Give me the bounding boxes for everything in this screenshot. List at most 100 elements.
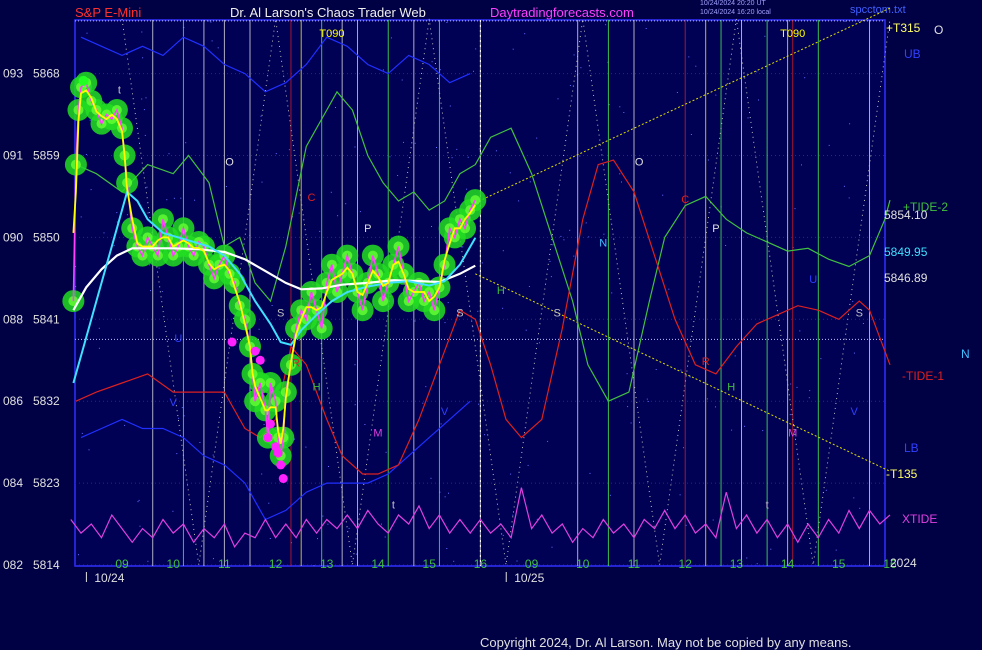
- star-dot: [477, 310, 479, 312]
- x-hour-label: 15: [423, 557, 437, 571]
- star-dot: [804, 77, 806, 79]
- star-dot: [801, 164, 802, 166]
- star-dot: [448, 492, 449, 494]
- star-dot: [319, 230, 321, 232]
- star-dot: [178, 417, 180, 419]
- marker-u: U: [174, 333, 182, 345]
- star-dot: [211, 40, 213, 42]
- star-dot: [263, 424, 265, 425]
- right-label: 5846.89: [884, 271, 928, 285]
- star-dot: [473, 70, 474, 72]
- star-dot: [298, 212, 300, 214]
- star-dot: [456, 148, 458, 150]
- star-dot: [789, 414, 791, 416]
- star-dot: [683, 447, 684, 449]
- star-dot: [414, 142, 416, 144]
- marker-s: S: [456, 308, 463, 320]
- right-label: N: [961, 347, 970, 361]
- y-label-price: 5850: [33, 230, 60, 244]
- star-dot: [288, 149, 290, 151]
- star-dot: [113, 245, 115, 247]
- star-dot: [453, 560, 455, 562]
- marker-r: R: [292, 358, 300, 370]
- star-dot: [580, 67, 582, 69]
- star-dot: [359, 211, 361, 213]
- star-dot: [484, 434, 486, 436]
- marker-r: R: [702, 356, 710, 368]
- star-dot: [384, 536, 386, 538]
- star-dot: [525, 329, 527, 331]
- star-dot: [446, 548, 448, 549]
- star-dot: [585, 222, 587, 224]
- star-dot: [462, 246, 464, 248]
- right-label: +T315: [886, 21, 921, 35]
- star-dot: [518, 200, 520, 202]
- star-dot: [431, 226, 432, 227]
- star-dot: [756, 563, 758, 565]
- marker-v: V: [441, 406, 449, 418]
- star-dot: [89, 119, 91, 121]
- star-dot: [275, 153, 277, 155]
- star-dot: [560, 235, 562, 237]
- star-dot: [859, 507, 861, 509]
- marker-t090: T090: [780, 28, 805, 40]
- pivot-dot: [255, 355, 265, 365]
- star-dot: [260, 115, 262, 117]
- star-dot: [161, 291, 163, 292]
- star-dot: [516, 560, 518, 562]
- marker-n: N: [599, 238, 607, 250]
- star-dot: [626, 373, 628, 375]
- star-dot: [539, 342, 540, 344]
- marker-p: P: [712, 223, 719, 235]
- star-dot: [799, 330, 801, 332]
- right-label: UB: [904, 47, 921, 61]
- star-dot: [425, 386, 427, 388]
- star-dot: [444, 322, 446, 324]
- star-dot: [849, 123, 851, 125]
- star-dot: [536, 137, 538, 139]
- star-dot: [181, 407, 183, 409]
- star-dot: [261, 181, 263, 183]
- star-dot: [619, 173, 621, 175]
- star-dot: [466, 188, 468, 190]
- star-dot: [685, 524, 687, 526]
- y-label-code: 086: [3, 394, 23, 408]
- x-hour-label: 11: [218, 557, 231, 571]
- star-dot: [144, 134, 146, 136]
- star-dot: [397, 175, 399, 176]
- star-dot: [605, 24, 607, 26]
- pivot-dot: [263, 433, 273, 443]
- star-dot: [573, 255, 575, 257]
- star-dot: [744, 425, 746, 427]
- y-label-price: 5823: [33, 476, 60, 490]
- star-dot: [451, 157, 453, 159]
- x-hour-label: 14: [781, 557, 795, 571]
- star-dot: [354, 146, 356, 148]
- x-hour-label: 09: [115, 557, 129, 571]
- y-label-price: 5814: [33, 558, 60, 572]
- star-dot: [143, 109, 145, 111]
- star-dot: [828, 144, 830, 146]
- star-dot: [746, 557, 748, 559]
- star-dot: [158, 267, 160, 269]
- y-label-code: 084: [3, 476, 23, 490]
- x-hour-label: 13: [320, 557, 334, 571]
- star-dot: [809, 390, 811, 392]
- marker-c: C: [307, 192, 315, 204]
- star-dot: [495, 150, 497, 152]
- star-dot: [173, 197, 175, 199]
- star-dot: [150, 290, 151, 292]
- star-dot: [764, 35, 766, 37]
- x-hour-label: 13: [730, 557, 744, 571]
- pivot-dot: [250, 346, 260, 356]
- marker-u: U: [809, 274, 817, 286]
- right-label: -TIDE-1: [902, 369, 944, 383]
- copyright-notice: Copyright 2024, Dr. Al Larson. May not b…: [480, 635, 852, 650]
- star-dot: [345, 203, 347, 205]
- star-dot: [706, 398, 708, 400]
- marker-t: t: [392, 500, 395, 512]
- marker-o: O: [635, 157, 644, 169]
- star-dot: [770, 548, 772, 550]
- x-hour-label: 12: [679, 557, 693, 571]
- x-date-label: 10/24: [94, 571, 124, 585]
